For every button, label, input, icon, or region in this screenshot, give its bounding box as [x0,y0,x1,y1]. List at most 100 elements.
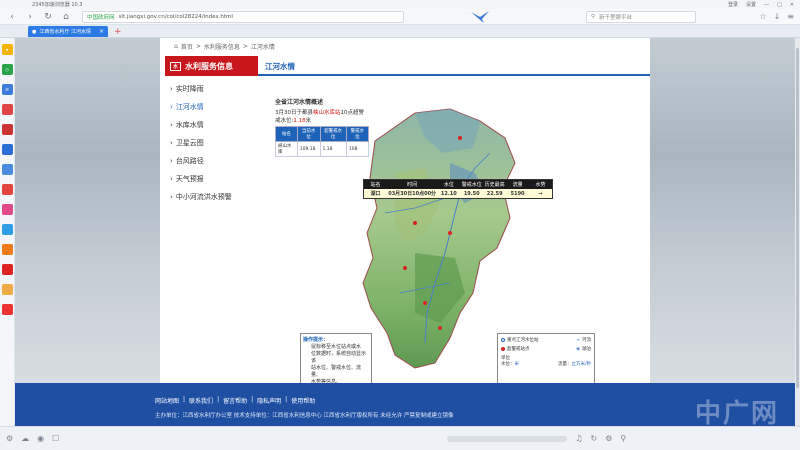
status-icon-1[interactable]: ⚙ [6,434,13,443]
section-header: 水 水利服务信息 江河水情 [165,56,650,76]
overview-unit: 米 [305,118,312,124]
breadcrumb-sep: > [242,43,248,50]
legend-item-alert-station: 超警戒站点 [501,346,530,352]
status-icon-2[interactable]: ☁ [21,434,29,443]
legend-label: 超警戒站点 [507,347,530,352]
menu-item[interactable]: › 实时降雨 [165,80,255,98]
breadcrumb-level2[interactable]: 江河水情 [251,42,275,51]
back-icon[interactable]: ‹ [6,11,18,23]
browser-logo-icon [460,10,500,24]
breadcrumb-level1[interactable]: 水利服务信息 [204,42,240,51]
app-icon-4[interactable] [1,164,13,175]
app-icon-10[interactable] [1,284,13,295]
chevron-right-icon: › [170,193,173,201]
login-button[interactable]: 登录 [728,1,738,8]
menu-item[interactable]: › 江河水情 [165,98,255,116]
overview-text: 3月30日于都县峡山水库站10点超警戒水位:1.18米 [275,108,369,124]
overview-title: 全省江河水情概述 [275,99,324,106]
menu-item[interactable]: › 卫星云图 [165,134,255,152]
maximize-button[interactable]: □ [777,2,782,8]
tab-favicon-icon: ● [32,28,37,35]
url-text[interactable]: slt.jiangxi.gov.cn/col/col28224/index.ht… [119,14,233,20]
browser-sidebar: ★ ◷ ✉ [0,38,15,426]
station-th: 站名 [370,182,381,188]
scroll-thumb[interactable] [796,48,799,388]
section-title: 水 水利服务信息 [165,56,258,76]
menu-item[interactable]: › 水库水情 [165,116,255,134]
page-footer: 网站地图 | 联系我们 | 留言帮助 | 隐私声明 | 使用帮助 主办单位：江西省水利厅办公室 … [15,383,800,426]
station-data-row: 湖口 03月30日10点00分 12.10 19.50 22.59 5190 → [364,189,552,198]
footer-link[interactable]: 留言帮助 [223,396,247,405]
address-bar[interactable]: 中国政府网 slt.jiangxi.gov.cn/col/col28224/in… [82,10,404,23]
station-th: 水位 [443,182,454,188]
menu-item-label: 卫星云图 [175,139,204,147]
footer-link[interactable]: 使用帮助 [291,396,315,405]
app-icon-7[interactable] [1,224,13,235]
tab-close-icon[interactable]: × [99,28,104,35]
watermark: 中广网 [695,399,780,426]
overview-station-name[interactable]: 峡山水库站 [313,110,341,116]
search-input[interactable]: ⚲ 新千里眼平台 [586,10,696,23]
clock-icon[interactable]: ◷ [1,64,13,75]
status-bar: ⚙ ☁ ◉ ☐ ♫ ↻ ⚙ ⚲ [0,426,800,450]
app-icon-6[interactable] [1,204,13,215]
tab-bar: ● 江西省水利厅 江河水情 × + [0,25,800,38]
station-header-row: 站名 时间 水位 警戒水位 历史最高 流量 水势 [364,180,552,189]
footer-link[interactable]: 隐私声明 [257,396,281,405]
status-progress [447,435,568,442]
breadcrumb-home[interactable]: 首页 [181,42,193,51]
status-icon-3[interactable]: ◉ [37,434,44,443]
chevron-right-icon: › [170,121,173,129]
search-placeholder: 新千里眼平台 [599,14,633,21]
chevron-right-icon: › [170,103,173,111]
status-icon-4[interactable]: ☐ [52,434,59,443]
overview-td: 峡山水库 [275,141,298,157]
menu-item[interactable]: › 天气预报 [165,170,255,188]
menu-item[interactable]: › 台风路径 [165,152,255,170]
app-icon-8[interactable] [1,244,13,255]
footer-links: 网站地图 | 联系我们 | 留言帮助 | 隐私声明 | 使用帮助 [155,396,315,405]
mail-icon[interactable]: ✉ [1,84,13,95]
menu-item[interactable]: › 中小河流洪水预警 [165,188,255,206]
operation-tip: 操作提示： 鼠标移至水位站点或水 位数据时，系统自动显示该 站水位、警戒水位、流… [300,333,372,385]
overview-td: 108 [345,141,370,157]
app-icon-3[interactable] [1,144,13,155]
star-icon[interactable]: ★ [1,44,13,55]
zoom-icon[interactable]: ⚲ [620,434,626,443]
station-td: 湖口 [370,191,381,197]
footer-link[interactable]: 网站地图 [155,396,179,405]
legend-flow-label: 流量： [557,362,572,367]
app-icon-1[interactable] [1,104,13,115]
app-icon-11[interactable] [1,304,13,315]
close-button[interactable]: ✕ [790,2,794,8]
minimize-button[interactable]: — [764,2,769,8]
status-icon-6[interactable]: ↻ [591,434,598,443]
download-icon[interactable]: ↓ [774,12,781,21]
favorite-icon[interactable]: ☆ [759,12,766,21]
station-th: 水势 [535,182,546,188]
legend-item-river: ≈ 河流 [576,337,591,344]
menu-item-label: 天气预报 [175,175,204,183]
app-icon-5[interactable] [1,184,13,195]
status-icon-7[interactable]: ⚙ [605,434,612,443]
tip-body: 鼠标移至水位站点或水 位数据时，系统自动显示该 站水位、警戒水位、流量、 水势等… [303,344,369,386]
menu-icon[interactable]: ≡ [787,12,794,21]
forward-icon[interactable]: › [24,11,36,23]
refresh-icon[interactable]: ↻ [42,11,54,23]
footer-separator: | [217,396,220,403]
home-small-icon: ⌂ [174,43,178,50]
tab-jiangheshuiqing[interactable]: ● 江西省水利厅 江河水情 × [28,26,108,37]
status-icon-5[interactable]: ♫ [575,434,582,443]
station-popup: 站名 时间 水位 警戒水位 历史最高 流量 水势 湖口 03月30日10点00分… [363,179,553,199]
overview-box: 全省江河水情概述 3月30日于都县峡山水库站10点超警戒水位:1.18米 站名 … [275,97,370,157]
page-scrollbar[interactable] [795,38,800,426]
app-icon-2[interactable] [1,124,13,135]
settings-button[interactable]: 设置 [746,1,756,8]
menu-item-label: 中小河流洪水预警 [175,193,232,201]
new-tab-icon[interactable]: + [114,26,122,37]
home-icon[interactable]: ⌂ [60,11,72,23]
breadcrumb: ⌂ 首页 > 水利服务信息 > 江河水情 [174,42,275,51]
app-icon-9[interactable] [1,264,13,275]
menu-item-label: 台风路径 [175,157,204,165]
footer-link[interactable]: 联系我们 [189,396,213,405]
